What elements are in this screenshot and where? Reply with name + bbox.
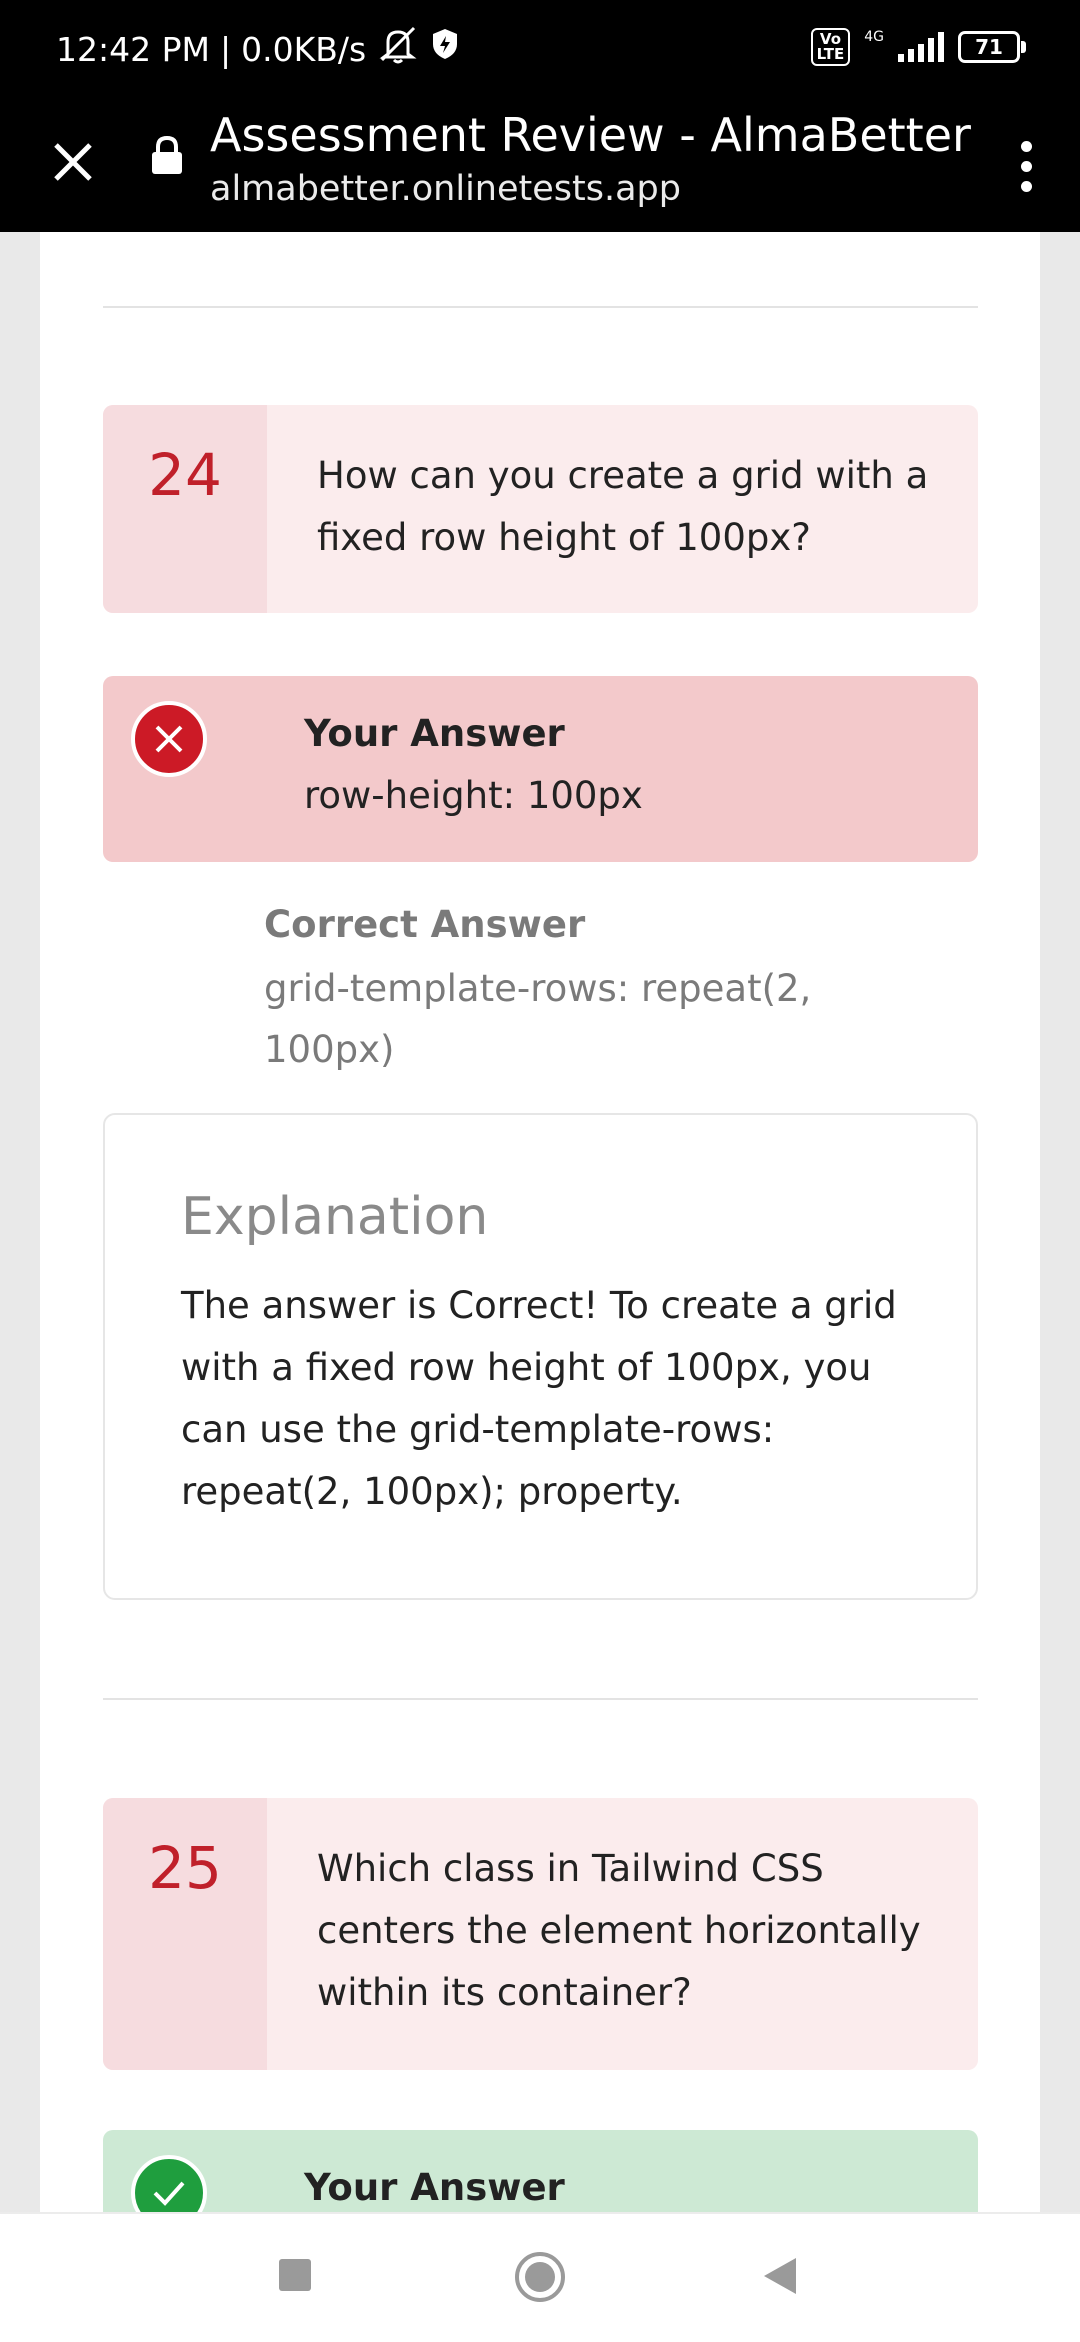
question-card: 25 Which class in Tailwind CSS centers t… — [103, 1798, 978, 2070]
clock: 12:42 PM — [56, 30, 210, 69]
divider — [103, 306, 978, 308]
explanation-card: Explanation The answer is Correct! To cr… — [103, 1113, 978, 1600]
wrong-icon — [131, 701, 207, 777]
recents-button[interactable] — [278, 2258, 312, 2296]
question-card: 24 How can you create a grid with a fixe… — [103, 405, 978, 613]
page-url[interactable]: almabetter.onlinetests.app — [210, 165, 681, 213]
navigation-bar — [0, 2212, 1080, 2342]
status-bar: 12:42 PM | 0.0KB/s Vo LTE 4G 71 — [0, 0, 1080, 95]
home-circle-icon — [515, 2252, 565, 2302]
shield-icon — [430, 27, 460, 73]
explanation-title: Explanation — [181, 1187, 489, 1247]
square-icon — [279, 2259, 311, 2291]
page-title: Assessment Review - AlmaBetter — [210, 108, 971, 162]
home-button[interactable] — [513, 2250, 567, 2308]
correct-answer-label: Correct Answer — [264, 903, 586, 946]
question-text: Which class in Tailwind CSS centers the … — [317, 1847, 921, 2014]
close-button[interactable] — [40, 129, 106, 195]
back-button[interactable] — [762, 2256, 798, 2300]
back-triangle-icon — [764, 2258, 796, 2294]
mute-bell-icon — [376, 24, 420, 76]
check-icon — [131, 2155, 207, 2212]
browser-toolbar: Assessment Review - AlmaBetter almabette… — [0, 95, 1080, 232]
network-type: 4G — [864, 29, 884, 45]
your-answer-label: Your Answer — [304, 2166, 565, 2209]
question-number: 24 — [103, 405, 267, 613]
status-right: Vo LTE 4G 71 — [810, 28, 1026, 66]
network-speed: 0.0KB/s — [241, 30, 367, 69]
more-options-icon[interactable] — [996, 121, 1056, 211]
question-text: How can you create a grid with a fixed r… — [317, 454, 929, 559]
battery-level: 71 — [975, 35, 1003, 59]
review-content: 24 How can you create a grid with a fixe… — [40, 232, 1040, 2212]
lock-icon[interactable] — [150, 135, 184, 179]
correct-answer-value: grid-template-rows: repeat(2, 100px) — [264, 967, 812, 1071]
your-answer-box: Your Answer row-height: 100px — [103, 676, 978, 862]
question-number: 25 — [103, 1798, 267, 2070]
battery-icon: 71 — [958, 31, 1026, 63]
status-separator: | — [219, 30, 232, 69]
volte-badge: Vo LTE — [810, 28, 851, 66]
explanation-text: The answer is Correct! To create a grid … — [181, 1284, 897, 1513]
your-answer-box: Your Answer — [103, 2130, 978, 2212]
your-answer-value: row-height: 100px — [304, 774, 643, 817]
status-left: 12:42 PM | 0.0KB/s — [56, 24, 460, 76]
your-answer-label: Your Answer — [304, 712, 565, 755]
close-icon — [54, 143, 92, 181]
signal-icon — [898, 32, 944, 62]
divider — [103, 1698, 978, 1700]
